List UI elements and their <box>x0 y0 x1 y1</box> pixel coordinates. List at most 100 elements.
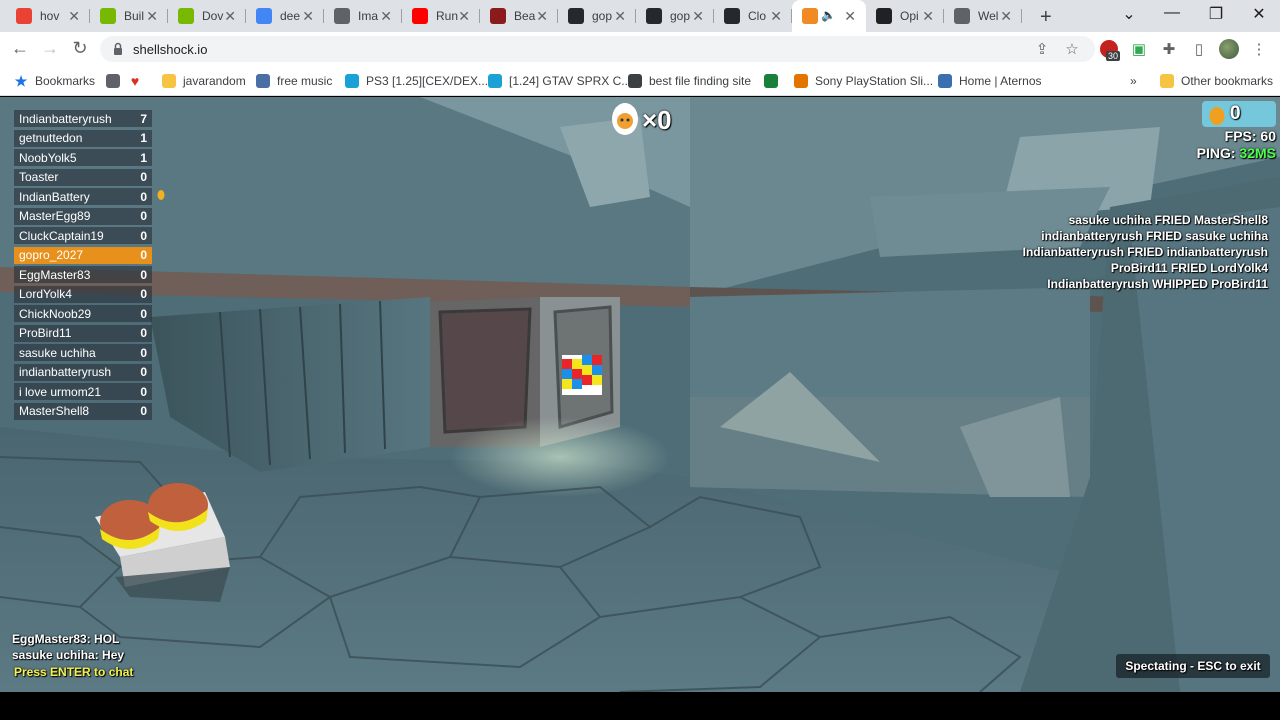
killfeed-entry: ProBird11 FRIED LordYolk4 <box>1110 261 1268 275</box>
minimize-button[interactable]: — <box>1162 4 1182 22</box>
close-tab-icon[interactable]: ✕ <box>536 8 548 24</box>
tab-2[interactable]: Dov ✕ <box>168 0 246 32</box>
fps-readout: FPS: 60 <box>1224 128 1276 144</box>
maximize-button[interactable]: ❐ <box>1206 4 1226 24</box>
bookmark-star-icon[interactable]: ☆ <box>1062 40 1082 58</box>
c-icon <box>488 74 502 88</box>
bookmark-label: free music <box>277 74 333 88</box>
chart-icon <box>334 8 350 24</box>
close-tab-icon[interactable]: ✕ <box>380 8 392 24</box>
killfeed-entry: indianbatteryrush FRIED sasuke uchiha <box>1041 229 1268 243</box>
spectating-banner[interactable]: Spectating - ESC to exit <box>1116 654 1270 678</box>
scoreboard-row: CluckCaptain19 0 <box>14 227 152 244</box>
bookmark-6[interactable]: [1.24] GTAV SPRX C... <box>488 71 631 91</box>
github-icon <box>724 8 740 24</box>
close-tab-icon[interactable]: ✕ <box>146 8 158 24</box>
player-name: sasuke uchiha <box>19 345 96 360</box>
close-window-button[interactable]: ✕ <box>1249 4 1269 24</box>
bookmark-2[interactable]: ♥ <box>128 71 149 91</box>
close-tab-icon[interactable]: ✕ <box>922 8 934 24</box>
tab-9[interactable]: Clo ✕ <box>714 0 792 32</box>
new-tab-button[interactable]: + <box>1040 6 1052 29</box>
tab-0[interactable]: hov ✕ <box>6 0 90 32</box>
player-score: 0 <box>140 326 147 340</box>
close-tab-icon[interactable]: ✕ <box>68 8 80 24</box>
image-icon <box>764 74 778 88</box>
tab-7[interactable]: gop ✕ <box>558 0 636 32</box>
tab-10[interactable]: 🔈 ✕ <box>792 0 866 32</box>
tab-3[interactable]: dee ✕ <box>246 0 324 32</box>
bookmark-7[interactable]: best file finding site <box>628 71 751 91</box>
close-tab-icon[interactable]: ✕ <box>692 8 704 24</box>
close-tab-icon[interactable]: ✕ <box>770 8 782 24</box>
scoreboard-row: ProBird11 0 <box>14 324 152 342</box>
printer-icon <box>628 74 642 88</box>
close-tab-icon[interactable]: ✕ <box>458 8 470 24</box>
bookmark-8[interactable] <box>764 71 785 91</box>
bookmark-9[interactable]: Sony PlayStation Sli... <box>794 71 933 91</box>
bookmark-10[interactable]: Home | Aternos <box>938 71 1042 91</box>
tab-8[interactable]: gop ✕ <box>636 0 714 32</box>
menu-icon[interactable]: ⋮ <box>1249 40 1269 58</box>
player-score: 0 <box>140 248 147 262</box>
tab-title: Opi <box>900 9 919 23</box>
player-score: 0 <box>140 228 147 243</box>
c-icon <box>345 74 359 88</box>
close-tab-icon[interactable]: ✕ <box>1000 8 1012 24</box>
extension2-icon[interactable]: ▣ <box>1129 40 1149 58</box>
tab-title: Wel <box>978 9 999 23</box>
tab-separator <box>1021 9 1022 23</box>
bookmark-11[interactable]: Other bookmarks <box>1160 71 1273 91</box>
avatar[interactable] <box>1219 39 1239 59</box>
bookmark-label: PS3 [1.25][CEX/DEX... <box>366 74 489 88</box>
lock-icon[interactable] <box>113 42 123 56</box>
bookmarks-overflow-button[interactable]: » <box>1130 71 1137 91</box>
bookmark-4[interactable]: free music <box>256 71 332 91</box>
address-bar[interactable] <box>100 36 1095 62</box>
forward-button[interactable]: → <box>40 38 60 59</box>
bookmark-3[interactable]: javarandom <box>162 71 246 91</box>
killfeed-entry: sasuke uchiha FRIED MasterShell8 <box>1068 213 1268 227</box>
bookmark-5[interactable]: PS3 [1.25][CEX/DEX... <box>345 71 488 91</box>
audio-icon[interactable]: 🔈 <box>821 8 836 22</box>
bookmark-label: Other bookmarks <box>1181 74 1274 88</box>
scoreboard-row: sasuke uchiha 0 <box>14 344 152 361</box>
player-score: 0 <box>140 209 147 223</box>
scoreboard-row: i love urmom21 0 <box>14 383 152 400</box>
player-name: ChickNoob29 <box>19 306 92 321</box>
back-button[interactable]: ← <box>10 38 30 59</box>
close-tab-icon[interactable]: ✕ <box>224 8 236 24</box>
tab-11[interactable]: Opi ✕ <box>866 0 944 32</box>
tab-search-icon[interactable]: ⌄ <box>1119 4 1139 24</box>
extension-badge: 30 <box>1106 51 1121 61</box>
chat-prompt[interactable]: Press ENTER to chat <box>14 665 133 679</box>
bookmark-0[interactable]: ★ Bookmarks <box>14 71 95 91</box>
google-g-icon <box>256 8 272 24</box>
game-viewport[interactable]: ×0 0 FPS: 60 PING: 32MS Indianbatteryrus… <box>0 97 1280 692</box>
chat-message: sasuke uchiha: Hey <box>12 648 125 662</box>
sidepanel-icon[interactable]: ▯ <box>1189 40 1209 58</box>
close-tab-icon[interactable]: ✕ <box>844 8 856 24</box>
bookmark-label: javarandom <box>183 74 246 88</box>
youtube-icon <box>412 8 428 24</box>
bookmark-1[interactable] <box>106 71 127 91</box>
tab-title: Dov <box>202 9 224 23</box>
tab-1[interactable]: Buil ✕ <box>90 0 168 32</box>
puzzle-icon[interactable]: ✚ <box>1159 40 1179 58</box>
player-score: 0 <box>140 170 147 184</box>
url-text: shellshock.io <box>133 42 208 57</box>
close-tab-icon[interactable]: ✕ <box>614 8 626 24</box>
tab-title: Clo <box>748 9 767 23</box>
close-tab-icon[interactable]: ✕ <box>302 8 314 24</box>
player-name: CluckCaptain19 <box>19 228 104 243</box>
tab-title: gop <box>592 9 613 23</box>
share-icon[interactable]: ⇪ <box>1032 40 1052 58</box>
tab-5[interactable]: Run ✕ <box>402 0 480 32</box>
tab-12[interactable]: Wel ✕ <box>944 0 1022 32</box>
scoreboard-row: ChickNoob29 0 <box>14 305 152 322</box>
reload-button[interactable]: ↻ <box>70 38 90 59</box>
tab-6[interactable]: Bea ✕ <box>480 0 558 32</box>
game-scene <box>0 97 1280 692</box>
killfeed-entry: Indianbatteryrush WHIPPED ProBird11 <box>1047 277 1268 291</box>
tab-4[interactable]: Ima ✕ <box>324 0 402 32</box>
